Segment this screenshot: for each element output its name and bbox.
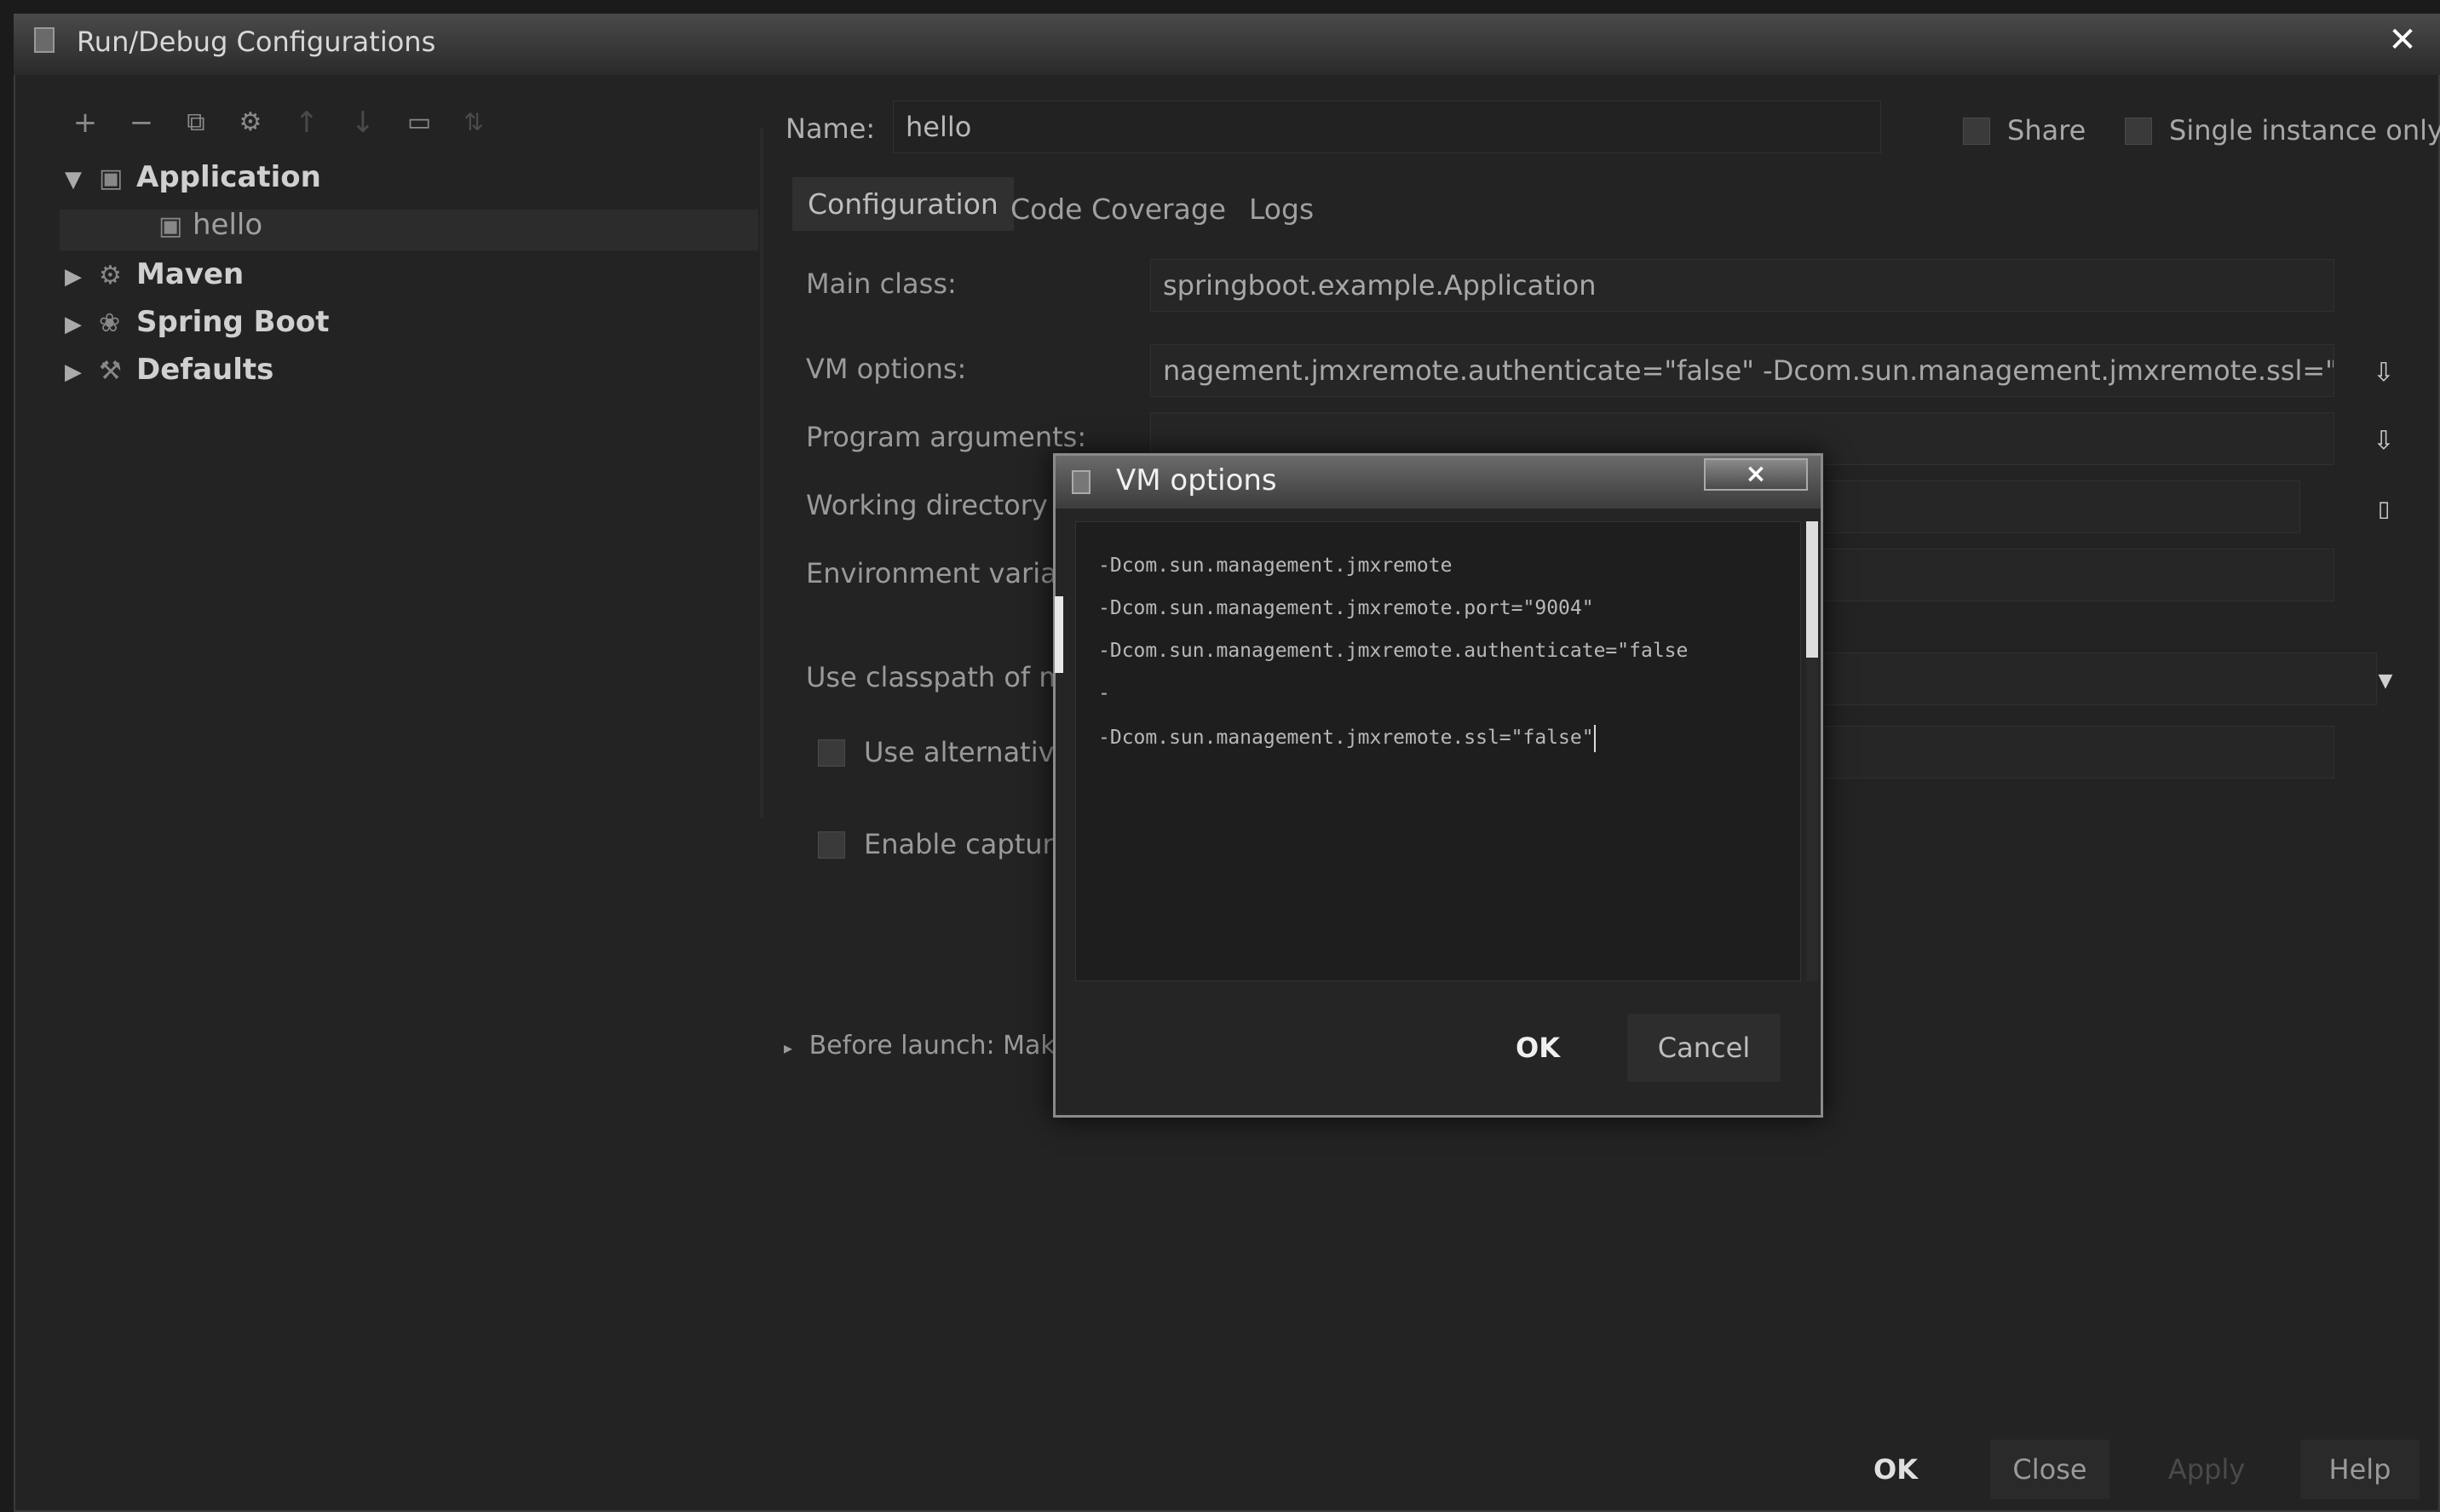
environment-variables-label: Environment varial bbox=[806, 557, 1065, 589]
vm-options-title: VM options bbox=[1116, 463, 1277, 497]
vm-option-line: -Dcom.sun.management.jmxremote.authentic… bbox=[1098, 640, 1689, 662]
settings-icon[interactable]: ⚙ bbox=[233, 106, 268, 140]
panel-splitter[interactable] bbox=[760, 128, 763, 818]
scrollbar-thumb[interactable] bbox=[1806, 521, 1818, 658]
move-down-icon[interactable]: ↓ bbox=[346, 106, 380, 140]
close-icon[interactable]: × bbox=[1704, 458, 1808, 491]
single-instance-checkbox[interactable] bbox=[2125, 118, 2152, 145]
modal-ok-button[interactable]: OK bbox=[1465, 1014, 1610, 1082]
vm-option-line-active: -Dcom.sun.management.jmxremote.ssl="fals… bbox=[1076, 716, 1800, 759]
tab-code-coverage[interactable]: Code Coverage bbox=[1010, 193, 1226, 226]
vm-options-label: VM options: bbox=[806, 353, 967, 385]
tab-configuration[interactable]: Configuration bbox=[792, 177, 1014, 231]
expand-right-icon[interactable]: ▶ bbox=[65, 312, 99, 337]
add-icon[interactable]: + bbox=[68, 106, 102, 140]
before-launch-toggle[interactable]: ▸ Before launch: Make bbox=[784, 1031, 1070, 1061]
enable-capture-label: Enable captur bbox=[864, 828, 1054, 860]
application-icon: ▣ bbox=[158, 211, 183, 241]
vm-option-line: - bbox=[1098, 682, 1110, 704]
tree-item-maven[interactable]: ▶ ⚙ Maven bbox=[65, 257, 244, 291]
left-scroll-marker bbox=[1055, 596, 1063, 673]
share-label: Share bbox=[2007, 114, 2086, 147]
window-close-button[interactable]: ✕ bbox=[2377, 19, 2428, 61]
remove-icon[interactable]: − bbox=[124, 106, 158, 140]
expand-icon[interactable]: ⇩ bbox=[2368, 426, 2399, 457]
vm-option-line: -Dcom.sun.management.jmxremote bbox=[1098, 555, 1453, 577]
text-caret bbox=[1593, 724, 1596, 752]
enable-capture-checkbox[interactable] bbox=[818, 831, 845, 859]
working-directory-label: Working directory bbox=[806, 489, 1048, 521]
ok-button[interactable]: OK bbox=[1840, 1440, 1951, 1499]
expand-icon[interactable]: ⇩ bbox=[2368, 358, 2399, 388]
classpath-label: Use classpath of m bbox=[806, 661, 1066, 693]
tree-item-application[interactable]: ▼ ▣ Application bbox=[65, 160, 321, 194]
vm-options-textarea[interactable]: -Dcom.sun.management.jmxremote -Dcom.sun… bbox=[1075, 521, 1801, 981]
vm-options-input[interactable]: nagement.jmxremote.authenticate="false" … bbox=[1150, 344, 2334, 397]
tree-item-spring-boot[interactable]: ▶ ❀ Spring Boot bbox=[65, 305, 330, 339]
name-input[interactable]: hello bbox=[893, 101, 1881, 153]
use-alternative-jre-checkbox[interactable] bbox=[818, 739, 845, 767]
expand-down-icon[interactable]: ▼ bbox=[65, 167, 99, 193]
program-arguments-label: Program arguments: bbox=[806, 421, 1087, 453]
dropdown-arrow-icon[interactable]: ▼ bbox=[2370, 666, 2401, 697]
application-icon: ▣ bbox=[99, 164, 124, 193]
spring-boot-icon: ❀ bbox=[99, 308, 121, 338]
main-class-input[interactable]: springboot.example.Application bbox=[1150, 259, 2334, 312]
defaults-icon: ⚒ bbox=[99, 356, 122, 386]
name-label: Name: bbox=[786, 112, 876, 145]
vm-option-line: -Dcom.sun.management.jmxremote.port="900… bbox=[1098, 597, 1594, 619]
maven-icon: ⚙ bbox=[99, 261, 122, 290]
main-class-label: Main class: bbox=[806, 267, 957, 300]
expand-right-icon[interactable]: ▶ bbox=[65, 264, 99, 290]
apply-button[interactable]: Apply bbox=[2147, 1440, 2266, 1499]
app-icon bbox=[34, 27, 55, 53]
app-icon bbox=[1072, 470, 1091, 494]
tree-item-hello[interactable]: ▣ hello bbox=[158, 208, 262, 242]
browse-folder-icon[interactable]: ▯ bbox=[2368, 494, 2399, 525]
expand-right-icon[interactable]: ▶ bbox=[65, 359, 99, 385]
copy-icon[interactable]: ⧉ bbox=[179, 106, 213, 140]
share-checkbox[interactable] bbox=[1963, 118, 1990, 145]
use-alternative-jre-label: Use alternativ bbox=[864, 736, 1055, 768]
close-button[interactable]: Close bbox=[1990, 1440, 2109, 1499]
expand-right-icon: ▸ bbox=[784, 1038, 793, 1058]
vm-option-line: -Dcom.sun.management.jmxremote.ssl="fals… bbox=[1098, 727, 1594, 749]
help-button[interactable]: Help bbox=[2300, 1440, 2420, 1499]
single-instance-label: Single instance only bbox=[2169, 114, 2440, 147]
folder-icon[interactable]: ▭ bbox=[402, 106, 436, 140]
tree-item-defaults[interactable]: ▶ ⚒ Defaults bbox=[65, 353, 273, 387]
window-title: Run/Debug Configurations bbox=[77, 26, 436, 58]
modal-cancel-button[interactable]: Cancel bbox=[1627, 1014, 1781, 1082]
before-launch-label: Before launch: Make bbox=[809, 1031, 1071, 1061]
sort-icon[interactable]: ⇅ bbox=[457, 106, 491, 140]
move-up-icon[interactable]: ↑ bbox=[290, 106, 324, 140]
tab-logs[interactable]: Logs bbox=[1249, 193, 1314, 226]
